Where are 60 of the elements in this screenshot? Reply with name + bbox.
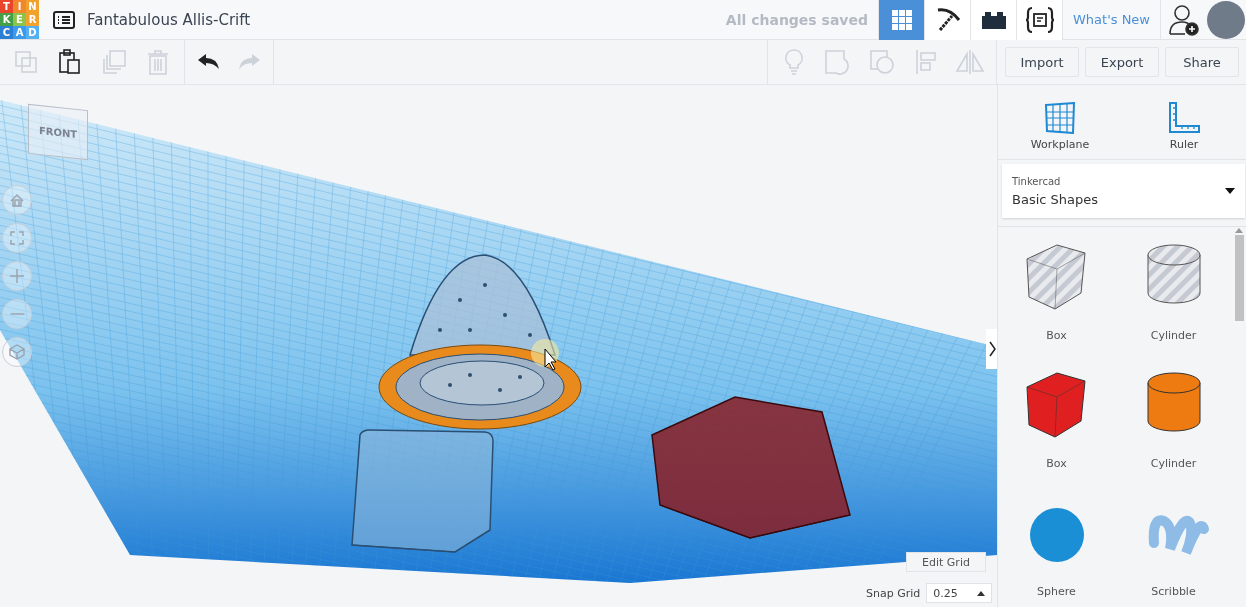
design-title[interactable]: Fantabulous Allis-Crift	[87, 10, 251, 29]
collapse-panel-button[interactable]	[986, 329, 997, 369]
align-icon	[915, 49, 937, 75]
toolbar-button[interactable]: Import	[1005, 47, 1079, 77]
shape-library-dropdown[interactable]: Tinkercad Basic Shapes	[1002, 164, 1245, 218]
brick-icon	[980, 9, 1007, 30]
mirror-icon	[955, 49, 985, 75]
tool-label: Ruler	[1169, 138, 1199, 151]
shape-label[interactable]: Cylinder	[1150, 457, 1197, 470]
shape-label[interactable]: Box	[1046, 329, 1067, 342]
nav-tab[interactable]	[924, 0, 970, 40]
hole-box-shape[interactable]	[351, 429, 494, 553]
nav-tab[interactable]	[1016, 0, 1062, 40]
shape-label[interactable]: Cylinder	[1150, 329, 1197, 342]
trash-icon	[147, 49, 169, 75]
fit-view-button[interactable]	[2, 223, 32, 253]
redo-icon	[237, 53, 261, 71]
snap-grid-select[interactable]: 0.25	[926, 583, 993, 603]
add-user-icon[interactable]	[1169, 3, 1199, 36]
clipboard-icon	[58, 49, 82, 75]
zoom-out-view-button[interactable]	[2, 299, 32, 329]
tool-label: Workplane	[1030, 138, 1090, 151]
library-source: Tinkercad	[1012, 175, 1062, 187]
chevron-icon	[989, 341, 997, 357]
solid-box-shape[interactable]	[651, 396, 851, 539]
list-icon[interactable]	[53, 10, 75, 29]
workplane-tool[interactable]: Workplane	[998, 85, 1122, 159]
note-shape-icon	[824, 49, 852, 75]
edit-grid-button[interactable]: Edit Grid	[906, 552, 986, 572]
lightbulb-icon	[784, 49, 804, 75]
nav-tab[interactable]	[970, 0, 1016, 40]
shape-label[interactable]: Sphere	[1037, 585, 1076, 598]
view-icon	[6, 341, 28, 363]
scrollbar-thumb[interactable]	[1234, 235, 1244, 321]
home-view-button[interactable]	[2, 185, 32, 215]
snap-grid-label: Snap Grid	[866, 586, 921, 600]
pointer-cursor-icon	[531, 339, 559, 371]
duplicate-icon	[101, 49, 127, 75]
cone-shape[interactable]	[378, 254, 582, 430]
save-status: All changes saved	[725, 11, 868, 28]
toolbar-button[interactable]: Export	[1085, 47, 1159, 77]
dropdown-caret-icon	[1225, 188, 1235, 194]
ruler-tool[interactable]: Ruler	[1122, 85, 1246, 159]
scroll-up-icon[interactable]	[1235, 227, 1243, 233]
copy-icon	[14, 50, 38, 74]
zoom-in-view-button[interactable]	[2, 261, 32, 291]
logo[interactable]: T I N K E R C A D	[0, 0, 39, 39]
grid-icon	[890, 8, 913, 31]
view-view-button[interactable]	[2, 337, 32, 367]
square-circle-icon	[869, 49, 895, 75]
ruler-icon	[1168, 102, 1200, 134]
avatar[interactable]	[1207, 0, 1245, 39]
code-braces-icon	[1024, 5, 1055, 34]
shape-label[interactable]: Box	[1046, 457, 1067, 470]
caret-icon	[977, 590, 986, 596]
undo-icon	[197, 53, 221, 71]
workplane-grid-icon	[1044, 102, 1076, 134]
library-category: Basic Shapes	[1012, 191, 1100, 207]
shape-label[interactable]: Scribble	[1151, 585, 1196, 598]
toolbar-button[interactable]: Share	[1165, 47, 1239, 77]
